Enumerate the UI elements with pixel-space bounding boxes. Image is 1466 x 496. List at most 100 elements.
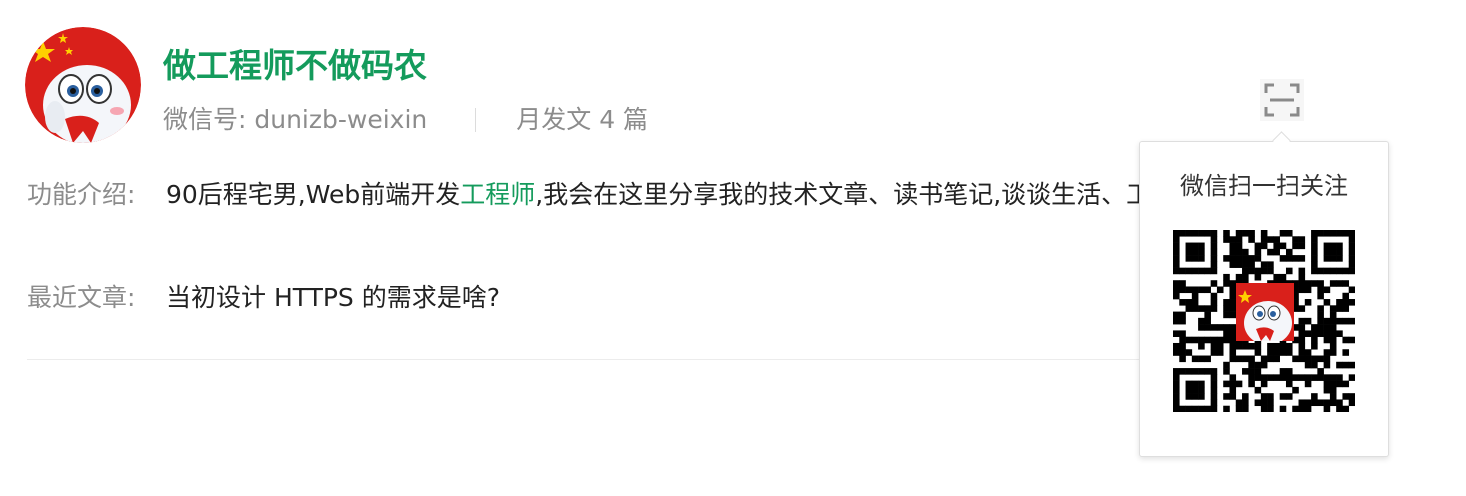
qr-module bbox=[1260, 267, 1268, 275]
qr-module bbox=[1198, 267, 1205, 275]
qr-module bbox=[1298, 236, 1306, 243]
qr-module bbox=[1179, 355, 1186, 363]
qr-module bbox=[1185, 380, 1193, 388]
qr-module bbox=[1210, 393, 1218, 400]
qr-module bbox=[1229, 393, 1237, 400]
qr-module bbox=[1304, 286, 1312, 294]
qr-module bbox=[1298, 336, 1306, 344]
qr-module bbox=[1260, 355, 1268, 363]
qr-module bbox=[1216, 324, 1224, 331]
qr-module bbox=[1323, 374, 1331, 381]
qr-module bbox=[1336, 405, 1343, 412]
qr-module bbox=[1323, 286, 1331, 294]
qr-module bbox=[1323, 380, 1331, 388]
qr-module bbox=[1173, 368, 1180, 375]
qr-module bbox=[1260, 380, 1268, 388]
qr-module bbox=[1342, 336, 1350, 344]
qr-module bbox=[1173, 236, 1180, 243]
qr-module bbox=[1317, 355, 1324, 363]
qr-module bbox=[1179, 368, 1186, 375]
recent-article-link[interactable]: 当初设计 HTTPS 的需求是啥? bbox=[166, 275, 766, 321]
qr-module bbox=[1185, 242, 1193, 250]
qr-module bbox=[1267, 342, 1274, 350]
qr-module bbox=[1279, 368, 1287, 375]
qr-module bbox=[1329, 324, 1337, 331]
qr-module bbox=[1342, 299, 1350, 306]
qr-module bbox=[1204, 267, 1211, 275]
qr-module bbox=[1348, 261, 1355, 268]
qr-module bbox=[1311, 336, 1318, 344]
qr-module bbox=[1298, 324, 1306, 331]
scan-qr-button[interactable] bbox=[1260, 79, 1304, 121]
qr-module bbox=[1210, 336, 1218, 344]
qr-module bbox=[1311, 361, 1318, 369]
qr-module bbox=[1242, 368, 1249, 375]
qr-module bbox=[1229, 236, 1237, 243]
qr-module bbox=[1323, 355, 1331, 363]
qr-module bbox=[1191, 305, 1199, 312]
qr-module bbox=[1191, 299, 1199, 306]
qr-module bbox=[1179, 299, 1186, 306]
qr-module bbox=[1267, 399, 1274, 407]
qr-module bbox=[1191, 355, 1199, 363]
qr-module bbox=[1185, 405, 1193, 412]
qr-module bbox=[1173, 242, 1180, 250]
qr-module bbox=[1179, 317, 1186, 325]
qr-module bbox=[1173, 261, 1180, 268]
qr-module bbox=[1342, 280, 1350, 287]
qr-module bbox=[1210, 324, 1218, 331]
qr-module bbox=[1348, 399, 1355, 407]
qr-module bbox=[1342, 349, 1350, 356]
qr-module bbox=[1260, 242, 1268, 250]
qr-module bbox=[1210, 248, 1218, 256]
qr-module bbox=[1179, 286, 1186, 294]
qr-module bbox=[1329, 267, 1337, 275]
qr-module bbox=[1348, 242, 1355, 250]
qr-module bbox=[1223, 311, 1230, 319]
qr-module bbox=[1317, 317, 1324, 325]
qr-module bbox=[1323, 330, 1331, 337]
qr-module bbox=[1210, 255, 1218, 262]
qr-module bbox=[1173, 349, 1180, 356]
qr-module bbox=[1348, 267, 1355, 275]
qr-module bbox=[1210, 267, 1218, 275]
qr-module bbox=[1298, 317, 1306, 325]
qr-module bbox=[1329, 330, 1337, 337]
avatar[interactable] bbox=[25, 27, 141, 143]
qr-module bbox=[1242, 273, 1249, 281]
qr-module bbox=[1179, 330, 1186, 337]
qr-module bbox=[1173, 330, 1180, 337]
qr-module bbox=[1292, 355, 1299, 363]
qr-module bbox=[1179, 267, 1186, 275]
qr-module bbox=[1173, 380, 1180, 388]
qr-module bbox=[1229, 255, 1237, 262]
qr-module bbox=[1267, 236, 1274, 243]
qr-module bbox=[1329, 248, 1337, 256]
qr-module bbox=[1179, 342, 1186, 350]
qr-module bbox=[1223, 405, 1230, 412]
qr-module bbox=[1267, 393, 1274, 400]
qr-module bbox=[1223, 330, 1230, 337]
qr-module bbox=[1317, 374, 1324, 381]
qr-module bbox=[1311, 261, 1318, 268]
qr-module bbox=[1185, 255, 1193, 262]
qr-module bbox=[1311, 355, 1318, 363]
qr-module bbox=[1298, 330, 1306, 337]
qr-module bbox=[1336, 242, 1343, 250]
qr-module bbox=[1173, 286, 1180, 294]
qr-module bbox=[1204, 286, 1211, 294]
qr-module bbox=[1198, 242, 1205, 250]
qr-module bbox=[1248, 255, 1255, 262]
qr-module bbox=[1254, 349, 1262, 356]
account-name[interactable]: 做工程师不做码农 bbox=[163, 40, 427, 92]
qr-module bbox=[1235, 255, 1243, 262]
qr-module bbox=[1179, 336, 1186, 344]
qr-module bbox=[1273, 242, 1280, 250]
qr-module bbox=[1198, 324, 1205, 331]
qr-module bbox=[1317, 311, 1324, 319]
qr-module bbox=[1285, 342, 1293, 350]
qr-module bbox=[1323, 255, 1331, 262]
qr-module bbox=[1298, 267, 1306, 275]
qr-module bbox=[1229, 248, 1237, 256]
qr-module bbox=[1329, 349, 1337, 356]
